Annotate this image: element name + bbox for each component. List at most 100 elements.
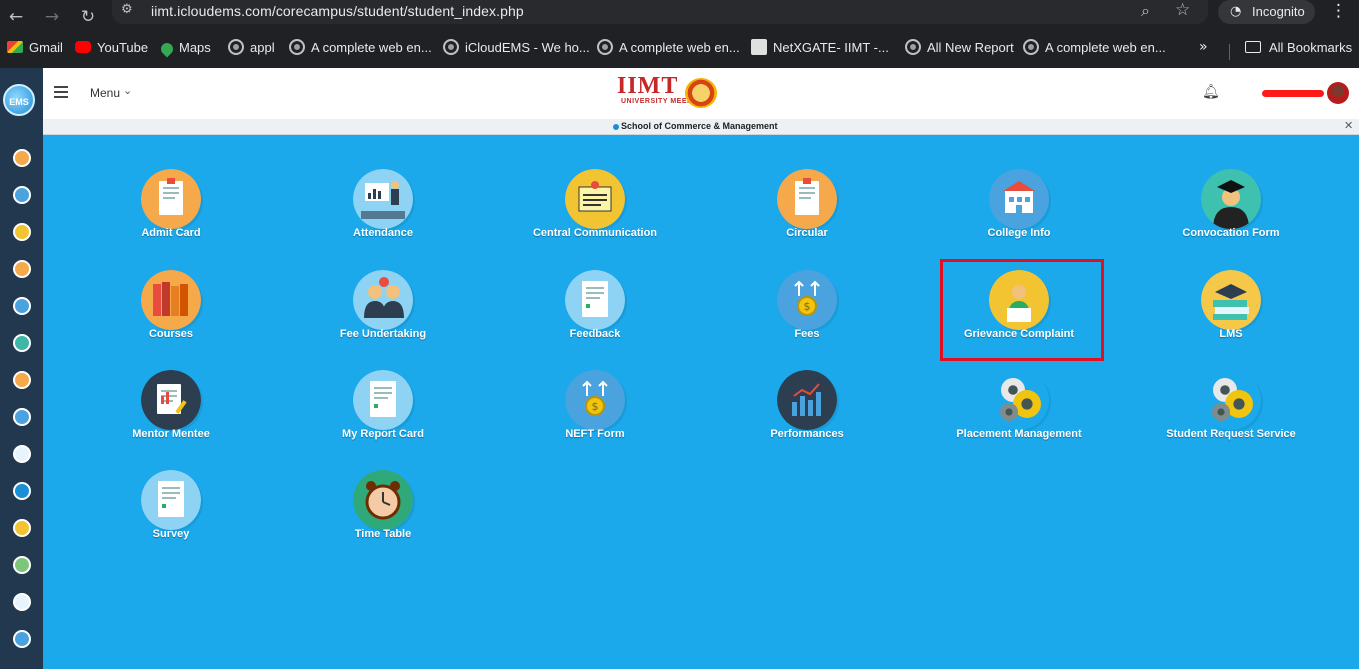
bookmark-label: A complete web en... xyxy=(311,40,432,55)
globe-icon xyxy=(289,39,305,55)
globe-icon xyxy=(443,39,459,55)
bookmark-complete-web-3[interactable]: A complete web en... xyxy=(1023,35,1166,68)
back-arrow-icon[interactable]: ← xyxy=(2,3,30,31)
app-header: Menu ⌄ IIMT UNIVERSITY MEERUT 🔔︎ xyxy=(43,68,1359,119)
student-request-service-icon xyxy=(1201,370,1261,430)
tile-label: Circular xyxy=(786,227,828,239)
site-settings-icon[interactable]: ⚙ xyxy=(121,2,133,17)
fee-undertaking-icon xyxy=(353,270,413,330)
bookmark-label: appl xyxy=(250,40,275,55)
sidebar-module-icon[interactable] xyxy=(13,482,31,500)
sidebar-module-icon[interactable] xyxy=(13,149,31,167)
bookmark-complete-web-1[interactable]: A complete web en... xyxy=(289,35,432,68)
forward-arrow-icon[interactable]: → xyxy=(38,3,66,31)
tile-label: Fees xyxy=(794,328,820,340)
tile-time-table[interactable]: Time Table xyxy=(303,470,463,562)
menu-label[interactable]: Menu xyxy=(90,86,120,100)
tile-placement-management[interactable]: Placement Management xyxy=(939,370,1099,462)
lms-icon xyxy=(1201,270,1261,330)
bookmark-gmail[interactable]: Gmail xyxy=(7,35,63,68)
sidebar-module-icon[interactable] xyxy=(13,519,31,537)
tile-neft-form[interactable]: $ NEFT Form xyxy=(515,370,675,462)
tile-college-info[interactable]: College Info xyxy=(939,169,1099,261)
bookmarks-overflow-icon[interactable]: » xyxy=(1199,39,1208,55)
bookmark-complete-web-2[interactable]: A complete web en... xyxy=(597,35,740,68)
sidebar-module-icon[interactable] xyxy=(13,408,31,426)
bookmark-label: iCloudEMS - We ho... xyxy=(465,40,590,55)
sidebar-module-icon[interactable] xyxy=(13,593,31,611)
school-dot-icon xyxy=(613,124,619,130)
school-bar: School of Commerce & Management ✕ xyxy=(43,119,1359,135)
bookmark-star-icon[interactable]: ☆ xyxy=(1175,0,1190,20)
youtube-icon xyxy=(75,41,91,53)
all-bookmarks[interactable]: All Bookmarks xyxy=(1245,35,1352,68)
tile-my-report-card[interactable]: My Report Card xyxy=(303,370,463,462)
tile-central-communication[interactable]: Central Communication xyxy=(515,169,675,261)
tile-label: College Info xyxy=(987,227,1051,239)
tile-admit-card[interactable]: Admit Card xyxy=(91,169,251,261)
incognito-label: Incognito xyxy=(1252,4,1305,19)
globe-icon xyxy=(597,39,613,55)
courses-icon xyxy=(141,270,201,330)
maps-icon xyxy=(158,40,176,58)
tile-fees[interactable]: $ Fees xyxy=(727,270,887,362)
tile-courses[interactable]: Courses xyxy=(91,270,251,362)
bookmark-appl[interactable]: appl xyxy=(228,35,275,68)
time-table-icon xyxy=(353,470,413,530)
url-text[interactable]: iimt.icloudems.com/corecampus/student/st… xyxy=(151,3,524,19)
bookmark-youtube[interactable]: YouTube xyxy=(75,35,148,68)
browser-menu-icon[interactable]: ⋮ xyxy=(1330,1,1347,21)
tile-fee-undertaking[interactable]: Fee Undertaking xyxy=(303,270,463,362)
bookmark-maps[interactable]: Maps xyxy=(158,35,211,68)
browser-toolbar: ← → ↻ ⚙ iimt.icloudems.com/corecampus/st… xyxy=(0,0,1359,35)
ems-logo[interactable]: EMS xyxy=(3,84,35,116)
tile-lms[interactable]: LMS xyxy=(1151,270,1311,362)
fees-icon: $ xyxy=(777,270,837,330)
user-name-redacted[interactable] xyxy=(1262,90,1324,97)
tile-label: LMS xyxy=(1219,328,1243,340)
incognito-icon: ◔ xyxy=(1230,4,1242,19)
zoom-icon[interactable]: ⌕ xyxy=(1141,1,1150,21)
tile-circular[interactable]: Circular xyxy=(727,169,887,261)
tile-label: Central Communication xyxy=(532,227,658,239)
bookmark-icloudems[interactable]: iCloudEMS - We ho... xyxy=(443,35,590,68)
central-communication-icon xyxy=(565,169,625,229)
tile-student-request-service[interactable]: Student Request Service xyxy=(1151,370,1311,462)
tile-performances[interactable]: Performances xyxy=(727,370,887,462)
sidebar-module-icon[interactable] xyxy=(13,260,31,278)
all-bookmarks-label: All Bookmarks xyxy=(1269,40,1353,55)
chevron-down-icon[interactable]: ⌄ xyxy=(123,84,132,97)
bookmark-label: Maps xyxy=(179,40,211,55)
tile-label: Feedback xyxy=(569,328,621,340)
close-icon[interactable]: ✕ xyxy=(1344,119,1353,132)
sidebar-module-icon[interactable] xyxy=(13,186,31,204)
tile-convocation-form[interactable]: Convocation Form xyxy=(1151,169,1311,261)
hamburger-icon[interactable] xyxy=(54,86,68,98)
sidebar-module-icon[interactable] xyxy=(13,334,31,352)
sidebar-module-icon[interactable] xyxy=(13,630,31,648)
avatar[interactable] xyxy=(1327,82,1349,104)
sidebar-module-icon[interactable] xyxy=(13,223,31,241)
bookmark-label: All New Report xyxy=(927,40,1014,55)
sidebar-module-icon[interactable] xyxy=(13,297,31,315)
reload-icon[interactable]: ↻ xyxy=(74,3,102,31)
highlight-box xyxy=(940,259,1104,361)
sidebar-module-icon[interactable] xyxy=(13,371,31,389)
bookmark-label: YouTube xyxy=(97,40,149,55)
notification-bell-icon[interactable]: 🔔︎ xyxy=(1202,84,1220,100)
circular-icon xyxy=(777,169,837,229)
tile-survey[interactable]: Survey xyxy=(91,470,251,562)
tile-feedback[interactable]: Feedback xyxy=(515,270,675,362)
incognito-badge[interactable]: ◔ Incognito xyxy=(1218,0,1315,24)
convocation-form-icon xyxy=(1201,169,1261,229)
sidebar-module-icon[interactable] xyxy=(13,556,31,574)
bookmark-all-new-report[interactable]: All New Report xyxy=(905,35,1014,68)
tile-label: Time Table xyxy=(354,528,412,540)
globe-icon xyxy=(1023,39,1039,55)
tile-attendance[interactable]: Attendance xyxy=(303,169,463,261)
bookmark-netxgate[interactable]: NetXGATE- IIMT -... xyxy=(751,35,889,68)
tile-mentor-mentee[interactable]: Mentor Mentee xyxy=(91,370,251,462)
logo-text: IIMT xyxy=(617,73,679,99)
tile-label: Survey xyxy=(152,528,190,540)
sidebar-module-icon[interactable] xyxy=(13,445,31,463)
